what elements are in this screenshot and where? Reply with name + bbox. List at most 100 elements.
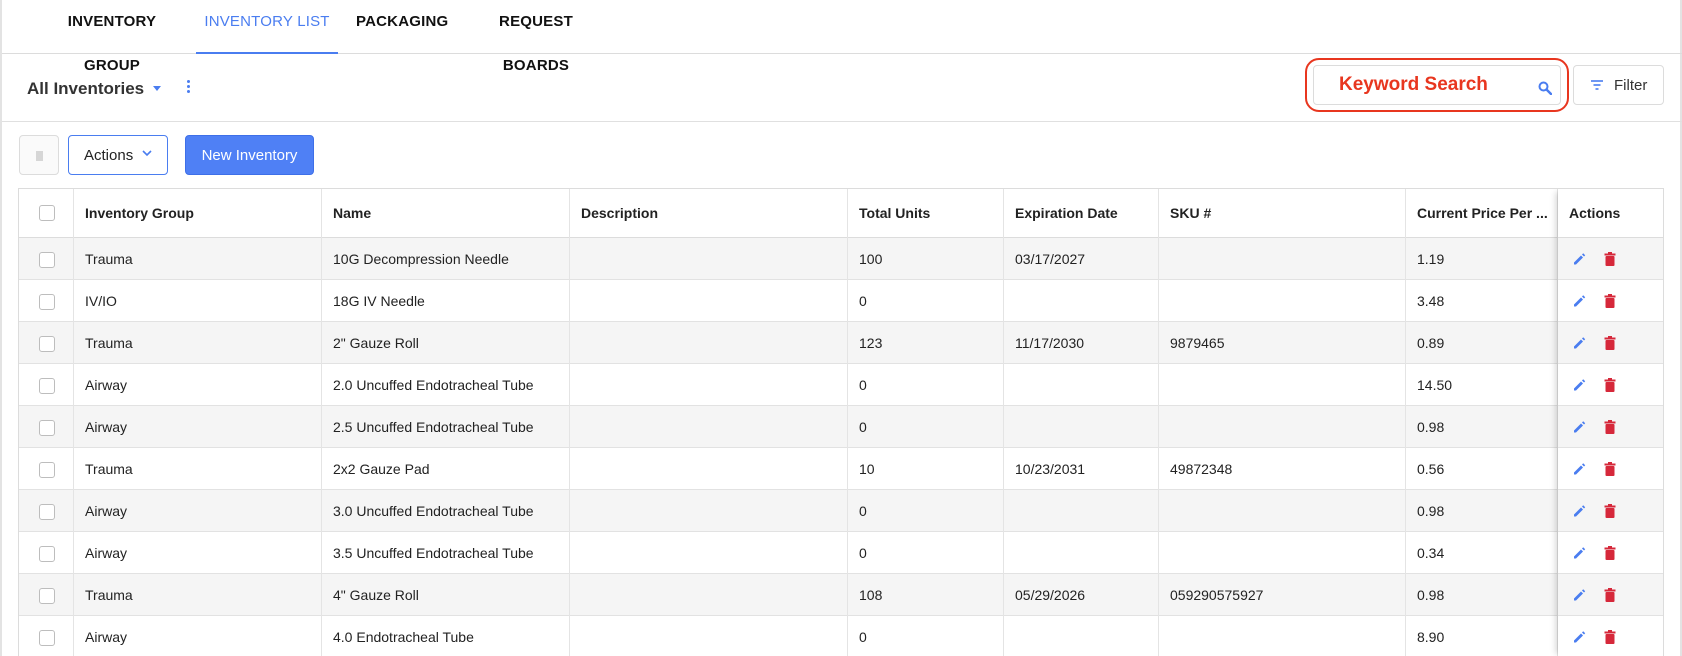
- cell-expiration: 03/17/2027: [1004, 238, 1159, 280]
- row-checkbox[interactable]: [39, 630, 55, 646]
- filter-button[interactable]: Filter: [1573, 65, 1664, 105]
- table-row[interactable]: Trauma 2" Gauze Roll 123 11/17/2030 9879465 0…: [19, 322, 1663, 364]
- new-inventory-button[interactable]: New Inventory: [185, 135, 314, 175]
- cell-name: 2.5 Uncuffed Endotracheal Tube: [322, 406, 570, 448]
- cell-expiration: [1004, 532, 1159, 574]
- row-checkbox[interactable]: [39, 462, 55, 478]
- cell-group: Airway: [74, 406, 322, 448]
- table-row[interactable]: Airway 3.0 Uncuffed Endotracheal Tube 0 0.9…: [19, 490, 1663, 532]
- cell-name: 2.0 Uncuffed Endotracheal Tube: [322, 364, 570, 406]
- search-icon[interactable]: [1538, 81, 1552, 95]
- app-frame: INVENTORY GROUP INVENTORY LIST PACKAGING…: [0, 0, 1682, 656]
- cell-expiration: [1004, 616, 1159, 656]
- cell-description: [570, 532, 848, 574]
- edit-icon[interactable]: [1572, 546, 1586, 560]
- trash-icon[interactable]: [1604, 588, 1616, 602]
- cell-units: 0: [848, 616, 1004, 656]
- column-header[interactable]: Inventory Group: [74, 189, 322, 238]
- row-checkbox[interactable]: [39, 504, 55, 520]
- edit-icon[interactable]: [1572, 630, 1586, 644]
- cell-name: 4" Gauze Roll: [322, 574, 570, 616]
- row-select-cell: [19, 280, 74, 322]
- tab-inventory-list[interactable]: INVENTORY LIST: [196, 0, 338, 54]
- edit-icon[interactable]: [1572, 504, 1586, 518]
- row-checkbox[interactable]: [39, 378, 55, 394]
- trash-icon[interactable]: [1604, 336, 1616, 350]
- table-row[interactable]: Trauma 10G Decompression Needle 100 03/17/2…: [19, 238, 1663, 280]
- edit-icon[interactable]: [1572, 252, 1586, 266]
- cell-expiration: [1004, 490, 1159, 532]
- column-header[interactable]: Expiration Date: [1004, 189, 1159, 238]
- trash-icon[interactable]: [1604, 420, 1616, 434]
- bulk-delete-button[interactable]: [19, 135, 59, 175]
- select-all-checkbox[interactable]: [39, 205, 55, 221]
- cell-name: 2" Gauze Roll: [322, 322, 570, 364]
- table-row[interactable]: Airway 2.0 Uncuffed Endotracheal Tube 0 14.…: [19, 364, 1663, 406]
- trash-icon[interactable]: [1604, 378, 1616, 392]
- table-row[interactable]: Airway 2.5 Uncuffed Endotracheal Tube 0 0.9…: [19, 406, 1663, 448]
- cell-units: 108: [848, 574, 1004, 616]
- trash-icon[interactable]: [1604, 252, 1616, 266]
- edit-icon[interactable]: [1572, 294, 1586, 308]
- actions-dropdown[interactable]: Actions: [68, 135, 168, 175]
- tab-packaging[interactable]: PACKAGING: [356, 0, 448, 54]
- cell-sku: 9879465: [1159, 322, 1406, 364]
- cell-name: 10G Decompression Needle: [322, 238, 570, 280]
- column-header[interactable]: SKU #: [1159, 189, 1406, 238]
- trash-icon[interactable]: [1604, 630, 1616, 644]
- trash-icon[interactable]: [1604, 294, 1616, 308]
- cell-description: [570, 238, 848, 280]
- cell-units: 0: [848, 364, 1004, 406]
- cell-sku: [1159, 364, 1406, 406]
- row-checkbox[interactable]: [39, 546, 55, 562]
- edit-icon[interactable]: [1572, 336, 1586, 350]
- tab-request-boards[interactable]: REQUEST BOARDS: [472, 0, 600, 74]
- view-selector[interactable]: All Inventories: [27, 79, 144, 99]
- row-checkbox[interactable]: [39, 294, 55, 310]
- cell-price: 0.34: [1406, 532, 1558, 574]
- row-select-cell: [19, 406, 74, 448]
- row-checkbox[interactable]: [39, 336, 55, 352]
- cell-description: [570, 406, 848, 448]
- trash-icon[interactable]: [1604, 546, 1616, 560]
- column-header[interactable]: Description: [570, 189, 848, 238]
- cell-units: 10: [848, 448, 1004, 490]
- row-select-cell: [19, 532, 74, 574]
- edit-icon[interactable]: [1572, 462, 1586, 476]
- column-header[interactable]: Name: [322, 189, 570, 238]
- edit-icon[interactable]: [1572, 588, 1586, 602]
- select-all-cell: [19, 189, 74, 238]
- column-header[interactable]: Current Price Per ...: [1406, 189, 1558, 238]
- trash-icon[interactable]: [1604, 462, 1616, 476]
- tab-inventory-group[interactable]: INVENTORY GROUP: [44, 0, 180, 74]
- edit-icon[interactable]: [1572, 420, 1586, 434]
- cell-group: Trauma: [74, 574, 322, 616]
- list-header: All Inventories Keyword Search Filter: [2, 55, 1682, 122]
- row-actions-cell: [1558, 322, 1663, 364]
- row-actions-cell: [1558, 238, 1663, 280]
- cell-sku: [1159, 406, 1406, 448]
- table-row[interactable]: Trauma 4" Gauze Roll 108 05/29/2026 05929057…: [19, 574, 1663, 616]
- cell-name: 3.0 Uncuffed Endotracheal Tube: [322, 490, 570, 532]
- row-actions-cell: [1558, 406, 1663, 448]
- kebab-menu-icon[interactable]: [185, 80, 191, 96]
- cell-description: [570, 280, 848, 322]
- search-placeholder: Keyword Search: [1339, 74, 1488, 95]
- inventory-table: Inventory Group Name Description Total U…: [18, 188, 1664, 656]
- row-checkbox[interactable]: [39, 252, 55, 268]
- table-row[interactable]: Airway 4.0 Endotracheal Tube 0 8.90: [19, 616, 1663, 656]
- cell-sku: [1159, 238, 1406, 280]
- cell-price: 0.98: [1406, 490, 1558, 532]
- row-checkbox[interactable]: [39, 420, 55, 436]
- edit-icon[interactable]: [1572, 378, 1586, 392]
- table-row[interactable]: IV/IO 18G IV Needle 0 3.48: [19, 280, 1663, 322]
- cell-sku: [1159, 532, 1406, 574]
- table-row[interactable]: Airway 3.5 Uncuffed Endotracheal Tube 0 0.3…: [19, 532, 1663, 574]
- table-row[interactable]: Trauma 2x2 Gauze Pad 10 10/23/2031 49872348 0…: [19, 448, 1663, 490]
- trash-icon[interactable]: [1604, 504, 1616, 518]
- column-header[interactable]: Total Units: [848, 189, 1004, 238]
- row-checkbox[interactable]: [39, 588, 55, 604]
- filter-label: Filter: [1614, 77, 1648, 94]
- chevron-down-icon[interactable]: [153, 86, 161, 91]
- table-header: Inventory Group Name Description Total U…: [19, 189, 1663, 238]
